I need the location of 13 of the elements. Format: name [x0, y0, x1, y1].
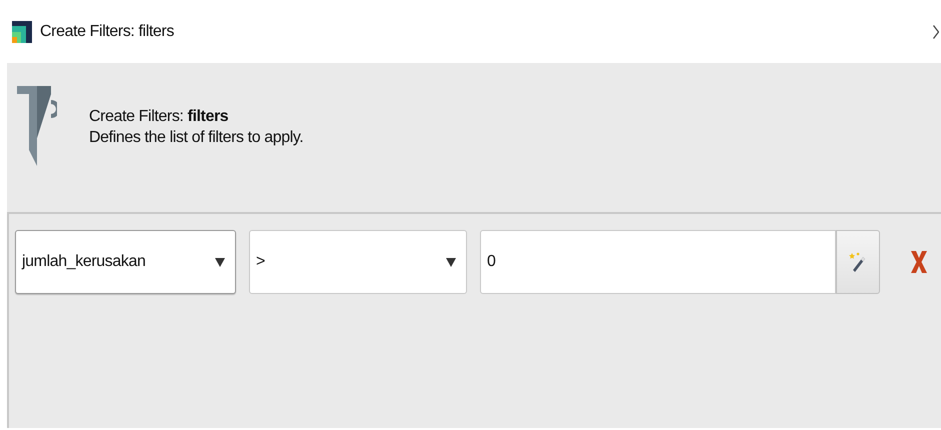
dropdown-value: jumlah_kerusakan [22, 253, 146, 271]
funnel-icon [17, 86, 57, 166]
value-field[interactable]: 0 [480, 230, 836, 294]
header-description: Defines the list of filters to apply. [89, 128, 304, 148]
app-logo-icon [12, 20, 32, 42]
operator-dropdown[interactable]: > [249, 230, 467, 294]
magic-wand-icon [848, 251, 868, 273]
dropdown-arrow-icon [446, 257, 456, 267]
dropdown-value: > [256, 253, 265, 271]
header-title: Create Filters: filters [89, 107, 230, 127]
attribute-dropdown[interactable]: jumlah_kerusakan [15, 230, 236, 294]
window-title: Create Filters: filters [40, 22, 175, 40]
dropdown-arrow-icon [215, 257, 225, 267]
